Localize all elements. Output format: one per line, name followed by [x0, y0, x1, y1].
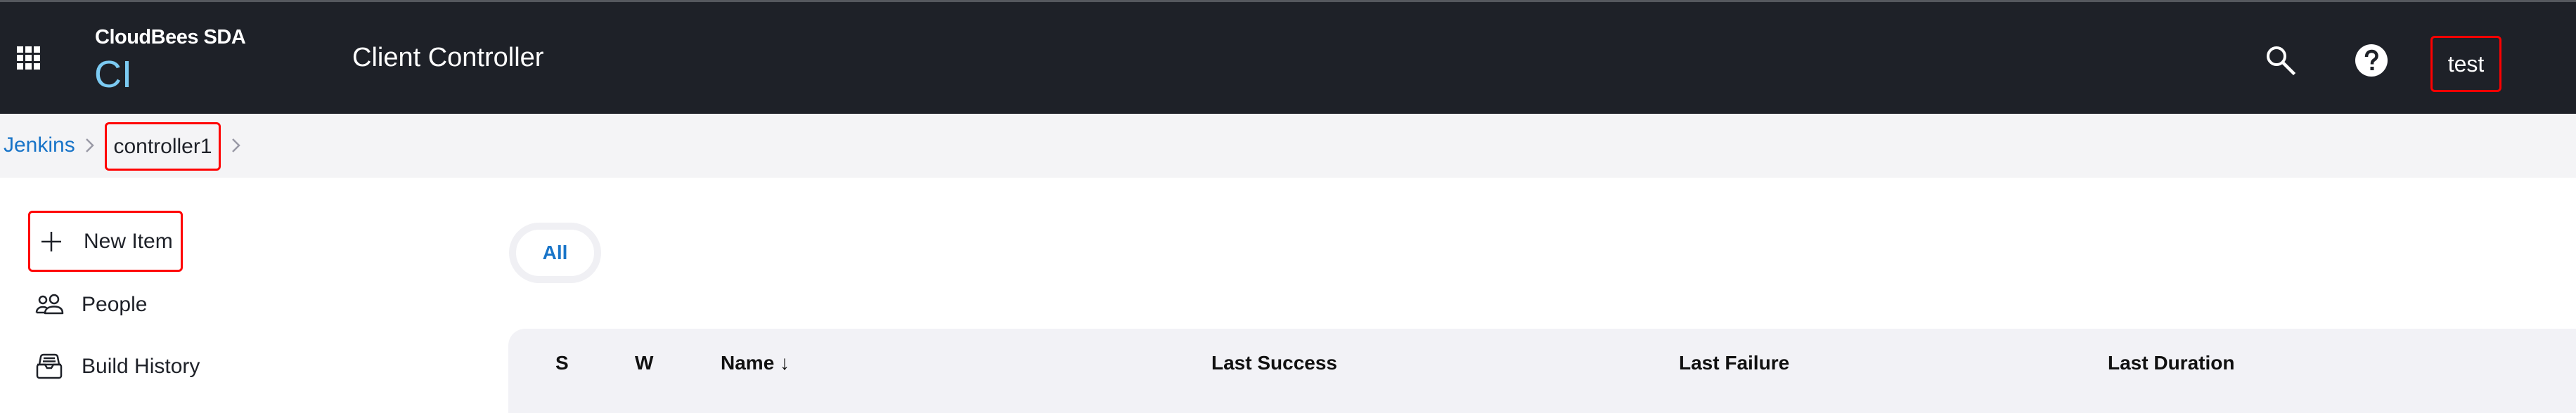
sidebar-item-label: People	[82, 293, 148, 316]
breadcrumb-item-controller1[interactable]: controller1	[105, 122, 221, 171]
tab-all[interactable]: All	[509, 223, 601, 283]
sidebar-item-label: New Item	[84, 229, 173, 253]
column-header-last-duration[interactable]: Last Duration	[2108, 352, 2234, 374]
chevron-right-icon[interactable]	[84, 137, 96, 154]
breadcrumb-current-label: controller1	[113, 134, 212, 158]
user-name: test	[2447, 51, 2485, 77]
column-header-weather[interactable]: W	[635, 352, 653, 374]
breadcrumb: Jenkins controller1	[0, 114, 2576, 178]
user-menu-button[interactable]: test	[2430, 36, 2501, 92]
sidebar-item-new-item[interactable]: New Item	[28, 211, 183, 272]
sidebar-item-people[interactable]: People	[28, 289, 147, 320]
search-icon	[2267, 46, 2296, 76]
brand-product[interactable]: CI	[94, 53, 132, 96]
top-header: CloudBees SDA CI Client Controller test	[0, 2, 2576, 114]
projects-table-header: S W Name ↓ Last Success Last Failure Las…	[508, 329, 2576, 413]
help-button[interactable]	[2353, 42, 2390, 79]
column-header-name[interactable]: Name ↓	[721, 352, 790, 374]
column-header-last-success[interactable]: Last Success	[1211, 352, 1337, 374]
chevron-right-icon[interactable]	[231, 137, 242, 154]
breadcrumb-item-jenkins[interactable]: Jenkins	[4, 133, 75, 157]
column-header-status[interactable]: S	[555, 352, 569, 374]
tab-label: All	[542, 242, 568, 263]
app-title: Client Controller	[352, 43, 544, 72]
people-icon	[34, 289, 65, 320]
search-button[interactable]	[2262, 42, 2298, 77]
sidebar-item-build-history[interactable]: Build History	[28, 351, 200, 382]
plus-icon	[36, 226, 67, 257]
sidebar-item-label: Build History	[82, 355, 200, 378]
inbox-icon	[34, 351, 65, 382]
column-header-last-failure[interactable]: Last Failure	[1679, 352, 1789, 374]
help-icon	[2355, 44, 2388, 77]
apps-grid-icon[interactable]	[17, 46, 40, 70]
brand-name: CloudBees SDA	[95, 26, 246, 48]
